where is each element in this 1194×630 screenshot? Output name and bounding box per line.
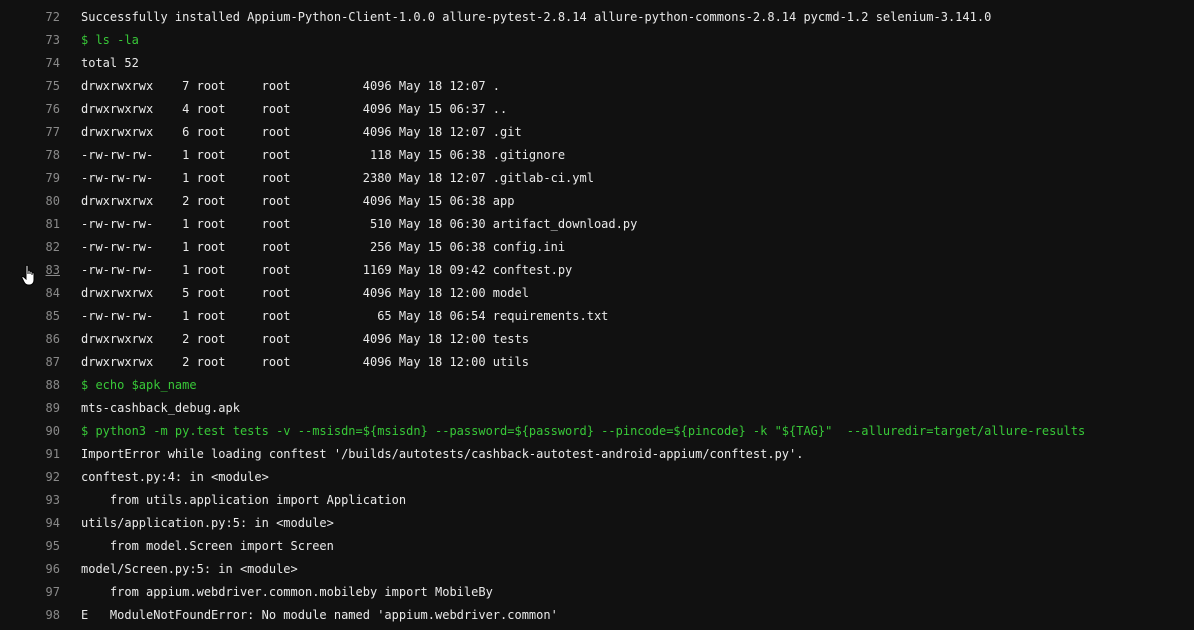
line-number-link[interactable]: 76	[0, 98, 60, 121]
line-number-link[interactable]: 74	[0, 52, 60, 75]
log-line: 76 drwxrwxrwx 4 root root 4096 May 15 06:…	[0, 98, 1194, 121]
log-line: 83 -rw-rw-rw- 1 root root 1169 May 18 09:…	[0, 259, 1194, 282]
log-output-text: -rw-rw-rw- 1 root root 118 May 15 06:38 …	[81, 148, 566, 162]
log-line: 81 -rw-rw-rw- 1 root root 510 May 18 06:3…	[0, 213, 1194, 236]
log-line: 75 drwxrwxrwx 7 root root 4096 May 18 12:…	[0, 75, 1194, 98]
log-line: 86 drwxrwxrwx 2 root root 4096 May 18 12:…	[0, 328, 1194, 351]
log-line: 98 E ModuleNotFoundError: No module named…	[0, 604, 1194, 627]
log-output-text: mts-cashback_debug.apk	[81, 401, 240, 415]
log-output-text: -rw-rw-rw- 1 root root 1169 May 18 09:42…	[81, 263, 573, 277]
line-number-link[interactable]: 80	[0, 190, 60, 213]
log-line: 96 model/Screen.py:5: in <module>	[0, 558, 1194, 581]
log-line: 89 mts-cashback_debug.apk	[0, 397, 1194, 420]
log-output-text: from model.Screen import Screen	[81, 539, 334, 553]
log-output-text: ImportError while loading conftest '/bui…	[81, 447, 804, 461]
log-line: 88 $ echo $apk_name	[0, 374, 1194, 397]
log-output-text: -rw-rw-rw- 1 root root 510 May 18 06:30 …	[81, 217, 638, 231]
log-line: 82 -rw-rw-rw- 1 root root 256 May 15 06:3…	[0, 236, 1194, 259]
job-log-output: 72 Successfully installed Appium-Python-C…	[0, 0, 1194, 630]
line-number-link[interactable]: 95	[0, 535, 60, 558]
log-output-text: drwxrwxrwx 5 root root 4096 May 18 12:00…	[81, 286, 529, 300]
log-output-text: -rw-rw-rw- 1 root root 2380 May 18 12:07…	[81, 171, 594, 185]
line-number-link[interactable]: 72	[0, 6, 60, 29]
line-number-link[interactable]: 94	[0, 512, 60, 535]
log-line: 78 -rw-rw-rw- 1 root root 118 May 15 06:3…	[0, 144, 1194, 167]
line-number-link[interactable]: 87	[0, 351, 60, 374]
line-number-link[interactable]: 93	[0, 489, 60, 512]
log-output-text: drwxrwxrwx 7 root root 4096 May 18 12:07…	[81, 79, 501, 93]
log-output-text: model/Screen.py:5: in <module>	[81, 562, 298, 576]
log-line: 85 -rw-rw-rw- 1 root root 65 May 18 06:54…	[0, 305, 1194, 328]
log-output-text: -rw-rw-rw- 1 root root 256 May 15 06:38 …	[81, 240, 566, 254]
log-output-text: from utils.application import Applicatio…	[81, 493, 407, 507]
line-number-link[interactable]: 78	[0, 144, 60, 167]
line-number-link[interactable]: 91	[0, 443, 60, 466]
line-number-link[interactable]: 96	[0, 558, 60, 581]
line-number-link[interactable]: 81	[0, 213, 60, 236]
log-output-text: conftest.py:4: in <module>	[81, 470, 269, 484]
log-command-text: $ echo $apk_name	[81, 378, 197, 392]
log-line: 90 $ python3 -m py.test tests -v --msisdn…	[0, 420, 1194, 443]
log-line: 84 drwxrwxrwx 5 root root 4096 May 18 12:…	[0, 282, 1194, 305]
log-line: 97 from appium.webdriver.common.mobileby…	[0, 581, 1194, 604]
line-number-link[interactable]: 98	[0, 604, 60, 627]
line-number-link[interactable]: 75	[0, 75, 60, 98]
log-output-text: from appium.webdriver.common.mobileby im…	[81, 585, 493, 599]
log-line: 73 $ ls -la	[0, 29, 1194, 52]
log-output-text: utils/application.py:5: in <module>	[81, 516, 334, 530]
line-number-link[interactable]: 97	[0, 581, 60, 604]
line-number-link[interactable]: 89	[0, 397, 60, 420]
log-line: 80 drwxrwxrwx 2 root root 4096 May 15 06:…	[0, 190, 1194, 213]
log-line: 87 drwxrwxrwx 2 root root 4096 May 18 12:…	[0, 351, 1194, 374]
line-number-link[interactable]: 85	[0, 305, 60, 328]
line-number-link[interactable]: 82	[0, 236, 60, 259]
log-output-text: drwxrwxrwx 2 root root 4096 May 18 12:00…	[81, 332, 529, 346]
line-number-link[interactable]: 88	[0, 374, 60, 397]
log-line: 92 conftest.py:4: in <module>	[0, 466, 1194, 489]
line-number-link[interactable]: 90	[0, 420, 60, 443]
line-number-link[interactable]: 79	[0, 167, 60, 190]
log-output-text: drwxrwxrwx 2 root root 4096 May 18 12:00…	[81, 355, 529, 369]
line-number-link[interactable]: 86	[0, 328, 60, 351]
log-line: 72 Successfully installed Appium-Python-C…	[0, 6, 1194, 29]
log-output-text: -rw-rw-rw- 1 root root 65 May 18 06:54 r…	[81, 309, 609, 323]
hand-pointer-icon	[21, 264, 35, 286]
log-line: 91 ImportError while loading conftest '/b…	[0, 443, 1194, 466]
log-line: 79 -rw-rw-rw- 1 root root 2380 May 18 12:…	[0, 167, 1194, 190]
log-lines: 72 Successfully installed Appium-Python-C…	[0, 6, 1194, 627]
log-output-text: E ModuleNotFoundError: No module named '…	[81, 608, 558, 622]
log-output-text: Successfully installed Appium-Python-Cli…	[81, 10, 992, 24]
log-output-text: drwxrwxrwx 2 root root 4096 May 15 06:38…	[81, 194, 515, 208]
log-command-text: $ ls -la	[81, 33, 139, 47]
log-command-text: $ python3 -m py.test tests -v --msisdn=$…	[81, 424, 1086, 438]
log-line: 77 drwxrwxrwx 6 root root 4096 May 18 12:…	[0, 121, 1194, 144]
log-line: 74 total 52	[0, 52, 1194, 75]
log-line: 95 from model.Screen import Screen	[0, 535, 1194, 558]
line-number-link[interactable]: 73	[0, 29, 60, 52]
log-output-text: total 52	[81, 56, 139, 70]
line-number-link[interactable]: 77	[0, 121, 60, 144]
log-line: 93 from utils.application import Applica…	[0, 489, 1194, 512]
log-line: 94 utils/application.py:5: in <module>	[0, 512, 1194, 535]
log-output-text: drwxrwxrwx 4 root root 4096 May 15 06:37…	[81, 102, 508, 116]
line-number-link[interactable]: 92	[0, 466, 60, 489]
log-output-text: drwxrwxrwx 6 root root 4096 May 18 12:07…	[81, 125, 522, 139]
